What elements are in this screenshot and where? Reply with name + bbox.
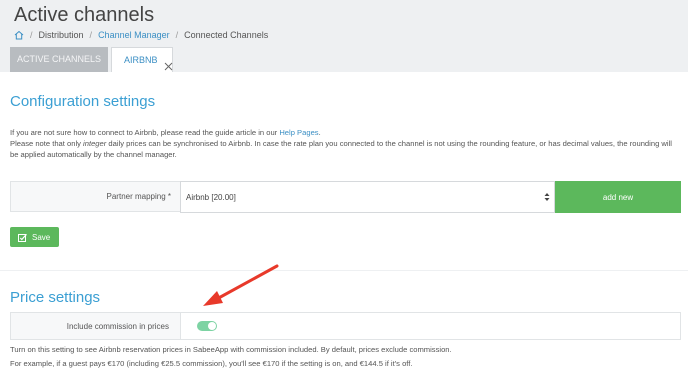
breadcrumb-connected-channels: Connected Channels [184,30,269,40]
tab-bar: ACTIVE CHANNELS AIRBNB [10,47,173,72]
partner-mapping-select[interactable]: Airbnb [20.00] [180,181,555,213]
help-intro-text: If you are not sure how to connect to Ai… [10,127,682,138]
integer-price-note: Please note that only integer daily pric… [10,138,682,160]
edit-check-icon [18,233,27,242]
breadcrumb-separator: / [89,30,93,40]
tab-airbnb[interactable]: AIRBNB [111,47,173,72]
help-intro-text-start: If you are not sure how to connect to Ai… [10,128,280,137]
commission-toggle-cell [180,312,681,340]
add-new-button[interactable]: add new [555,181,681,213]
page-title: Active channels [14,4,155,26]
partner-mapping-value: Airbnb [20.00] [186,192,236,202]
commission-example: For example, if a guest pays €170 (inclu… [10,359,413,368]
partner-mapping-label: Partner mapping * [106,192,171,201]
commission-toggle[interactable] [197,321,217,331]
page-header: Active channels / Distribution / Channel… [0,0,688,72]
help-pages-link[interactable]: Help Pages [279,128,318,137]
breadcrumb-distribution[interactable]: Distribution [39,30,84,40]
breadcrumb-separator: / [30,30,33,40]
configuration-settings-title: Configuration settings [10,93,156,110]
home-icon[interactable] [14,30,24,40]
partner-mapping-row: Partner mapping * Airbnb [20.00] add new [10,181,681,213]
section-divider [0,270,688,271]
save-label: Save [32,232,51,242]
tab-active-channels[interactable]: ACTIVE CHANNELS [10,47,108,72]
note-suffix: daily prices can be synchronised to Airb… [10,139,672,159]
annotation-arrow-icon [203,264,279,306]
note-prefix: Please note that only [10,139,84,148]
help-intro-text-end: . [318,128,321,137]
note-emphasis: integer [83,139,107,148]
toggle-knob [208,322,216,330]
commission-description: Turn on this setting to see Airbnb reser… [10,345,452,354]
breadcrumb-channel-manager[interactable]: Channel Manager [98,30,170,40]
breadcrumb: / Distribution / Channel Manager / Conne… [14,28,268,42]
breadcrumb-separator: / [175,30,179,40]
select-updown-icon [544,192,550,202]
commission-row: Include commission in prices [10,312,681,340]
commission-label: Include commission in prices [66,321,169,331]
tab-airbnb-label: AIRBNB [124,54,158,65]
close-icon[interactable] [164,56,173,70]
price-settings-title: Price settings [10,289,101,306]
save-button[interactable]: Save [10,227,59,247]
